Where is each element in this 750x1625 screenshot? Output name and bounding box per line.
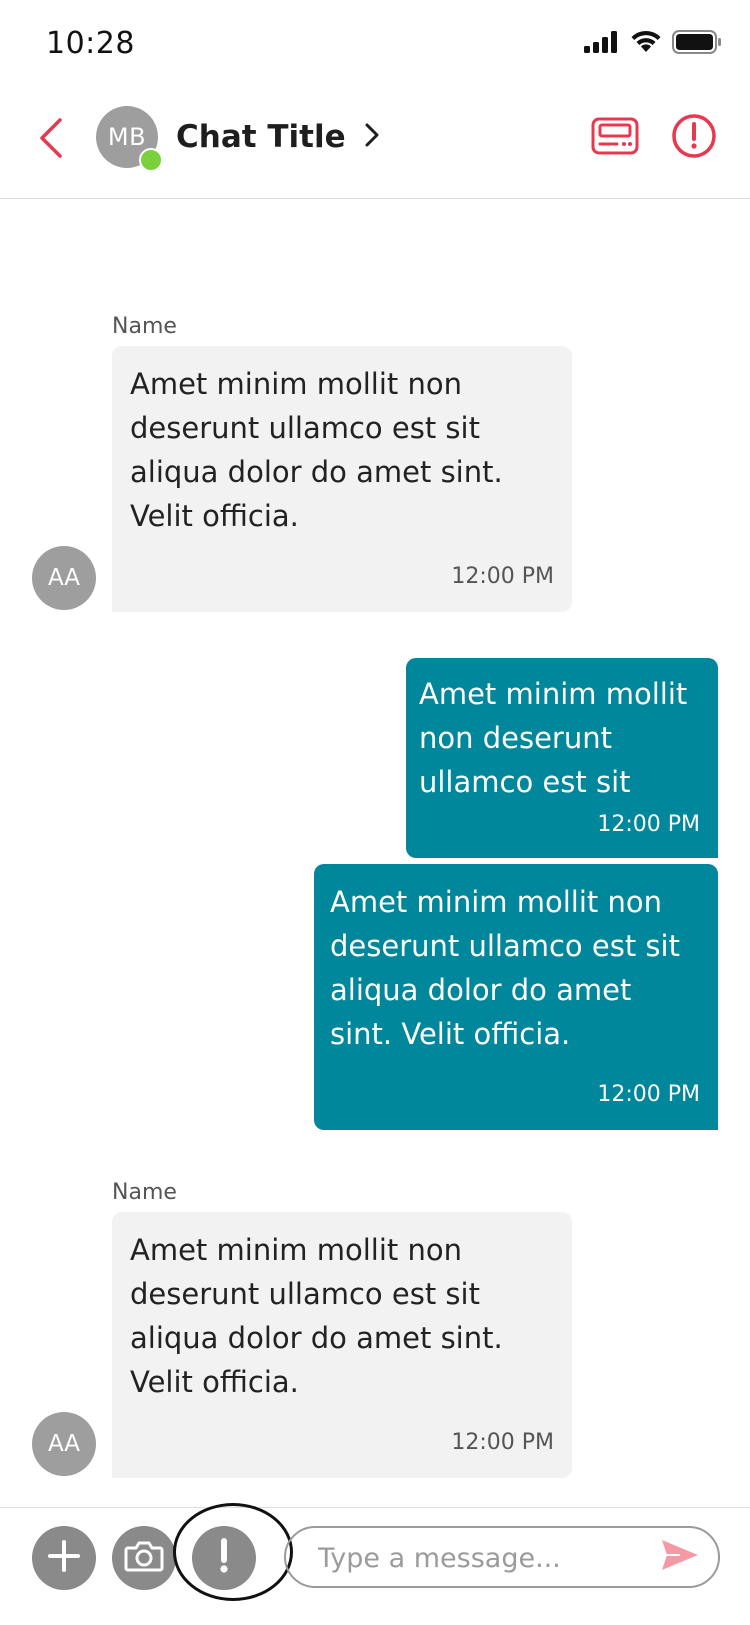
plus-icon — [47, 1539, 81, 1577]
online-status-dot — [139, 148, 163, 172]
message-text: Amet minim mollit non deserunt ullamco e… — [130, 367, 503, 533]
back-chevron-icon — [36, 116, 64, 164]
message-text: Amet minim mollit non deserunt ullamco e… — [130, 1233, 503, 1399]
outgoing-message-bubble[interactable]: Amet minim mollit non deserunt ullamco e… — [314, 864, 718, 1130]
message-time: 12:00 PM — [451, 1430, 554, 1455]
alert-button[interactable] — [668, 112, 720, 164]
status-bar: 10:28 — [0, 0, 750, 92]
avatar-initials: MB — [107, 123, 147, 151]
incoming-message-bubble[interactable]: Amet minim mollit non deserunt ullamco e… — [112, 1212, 572, 1478]
exclamation-icon — [217, 1538, 231, 1578]
wifi-icon — [630, 30, 662, 58]
avatar-initials: AA — [47, 1431, 81, 1457]
camera-icon — [124, 1539, 164, 1577]
sender-name: Name — [112, 314, 177, 339]
message-composer — [0, 1503, 750, 1625]
message-time: 12:00 PM — [451, 564, 554, 589]
back-button[interactable] — [28, 114, 72, 166]
message-text: Amet minim mollit non deserunt ullamco e… — [419, 677, 688, 799]
urgent-message-button[interactable] — [192, 1526, 256, 1590]
avatar-initials: AA — [47, 565, 81, 591]
chat-title: Chat Title — [176, 119, 346, 155]
message-input[interactable] — [316, 1528, 640, 1588]
status-time: 10:28 — [46, 26, 135, 61]
outgoing-message-bubble[interactable]: Amet minim mollit non deserunt ullamco e… — [406, 658, 718, 858]
battery-icon — [672, 30, 722, 58]
chevron-right-icon — [364, 122, 380, 152]
pager-icon — [591, 117, 639, 159]
sender-avatar[interactable]: AA — [32, 1412, 96, 1476]
incoming-message-bubble[interactable]: Amet minim mollit non deserunt ullamco e… — [112, 346, 572, 612]
message-time: 12:00 PM — [597, 1082, 700, 1107]
chat-header: MB Chat Title — [0, 92, 750, 199]
chat-title-button[interactable]: Chat Title — [176, 108, 380, 166]
send-button[interactable] — [656, 1535, 704, 1579]
status-icons — [584, 30, 722, 58]
message-input-container — [284, 1526, 720, 1588]
alert-circle-icon — [671, 113, 717, 163]
message-time: 12:00 PM — [597, 812, 700, 837]
pager-button[interactable] — [589, 112, 641, 164]
sender-avatar[interactable]: AA — [32, 546, 96, 610]
add-attachment-button[interactable] — [32, 1526, 96, 1590]
signal-icon — [584, 31, 620, 57]
camera-button[interactable] — [112, 1526, 176, 1590]
send-icon — [660, 1538, 700, 1576]
sender-name: Name — [112, 1180, 177, 1205]
message-text: Amet minim mollit non deserunt ullamco e… — [330, 885, 680, 1051]
